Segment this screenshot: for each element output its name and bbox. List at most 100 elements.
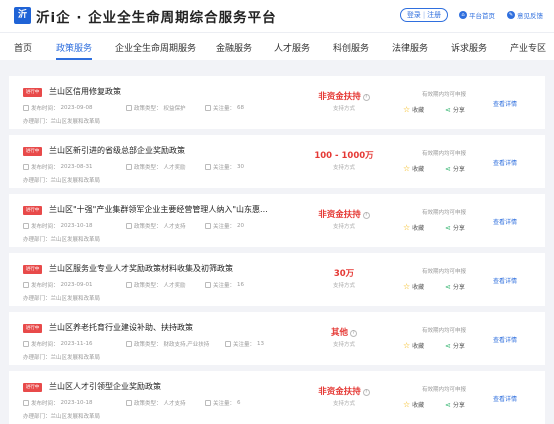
policy-card[interactable]: 进行中 兰山区服务业专业人才奖励政策材料收集及初筛政策 发布时间： 2023-09… bbox=[9, 253, 545, 306]
info-icon[interactable]: ? bbox=[362, 389, 370, 396]
login-link[interactable]: 登录 bbox=[407, 10, 421, 20]
policy-type: 政策类型： 人才支持 bbox=[126, 399, 186, 407]
policy-card[interactable]: 进行中 兰山区"十强"产业集群领军企业主要经营管理人纳入"山东惠... 发布时间… bbox=[9, 194, 545, 247]
status-badge: 进行中 bbox=[23, 324, 42, 333]
publish-date: 发布时间： 2023-09-01 bbox=[23, 281, 92, 289]
share-label: 分享 bbox=[452, 166, 465, 173]
share-button[interactable]: ⋖ 分享 bbox=[445, 105, 465, 115]
department: 办理部门：兰山区发展和改革局 bbox=[23, 412, 100, 420]
follow-count: 关注量： 6 bbox=[205, 399, 241, 407]
favorite-button[interactable]: ☆ 收藏 bbox=[403, 105, 424, 114]
view-detail-link[interactable]: 查看详情 bbox=[493, 217, 517, 226]
share-label: 分享 bbox=[452, 284, 465, 291]
favorite-button[interactable]: ☆ 收藏 bbox=[403, 164, 424, 173]
nav-item-industry[interactable]: 产业专区 bbox=[510, 41, 546, 54]
share-button[interactable]: ⋖ 分享 bbox=[445, 282, 465, 292]
clock-icon bbox=[23, 341, 29, 347]
clock-icon bbox=[23, 400, 29, 406]
view-detail-link[interactable]: 查看详情 bbox=[493, 99, 517, 108]
publish-prefix: 发布时间： bbox=[31, 106, 59, 112]
feedback-link[interactable]: ✎ 意见反馈 bbox=[507, 10, 543, 20]
follow-count: 关注量： 20 bbox=[205, 222, 244, 230]
publish-date-value: 2023-09-01 bbox=[60, 282, 93, 288]
heart-icon bbox=[225, 341, 231, 347]
follow-prefix: 关注量： bbox=[213, 165, 236, 171]
follow-prefix: 关注量： bbox=[213, 106, 236, 112]
nav-item-innovation[interactable]: 科创服务 bbox=[333, 41, 369, 54]
nav-item-appeal[interactable]: 诉求服务 bbox=[451, 41, 487, 54]
view-detail-link[interactable]: 查看详情 bbox=[493, 276, 517, 285]
info-icon[interactable]: ? bbox=[350, 330, 357, 337]
dept-prefix: 办理部门： bbox=[23, 296, 51, 302]
feedback-label: 意见反馈 bbox=[517, 12, 543, 20]
valid-period: 有效期内均可申报 bbox=[421, 269, 466, 275]
policy-card[interactable]: 进行中 兰山区新引进的省级总部企业奖励政策 发布时间： 2023-08-31 政策… bbox=[9, 135, 545, 188]
favorite-button[interactable]: ☆ 收藏 bbox=[403, 223, 424, 232]
nav-item-finance[interactable]: 金融服务 bbox=[216, 41, 252, 54]
clock-icon bbox=[23, 164, 29, 170]
publish-date-value: 2023-09-08 bbox=[60, 105, 93, 111]
info-icon[interactable]: ? bbox=[362, 94, 370, 101]
favorite-button[interactable]: ☆ 收藏 bbox=[403, 400, 424, 409]
view-detail-link[interactable]: 查看详情 bbox=[493, 335, 517, 344]
policy-type: 政策类型： 权益保护 bbox=[126, 104, 186, 112]
nav-item-lifecycle[interactable]: 企业全生命周期服务 bbox=[115, 41, 196, 54]
department: 办理部门：兰山区发展和改革局 bbox=[23, 117, 100, 125]
support-amount-value: 其他 bbox=[330, 328, 348, 338]
nav-item-talent[interactable]: 人才服务 bbox=[274, 41, 310, 54]
share-button[interactable]: ⋖ 分享 bbox=[445, 223, 465, 233]
policy-title[interactable]: 兰山区新引进的省级总部企业奖励政策 bbox=[49, 145, 319, 156]
share-button[interactable]: ⋖ 分享 bbox=[445, 341, 465, 351]
share-button[interactable]: ⋖ 分享 bbox=[445, 164, 465, 174]
nav-item-home[interactable]: 首页 bbox=[14, 41, 32, 54]
type-prefix: 政策类型： bbox=[134, 342, 162, 348]
status-badge: 进行中 bbox=[23, 265, 42, 274]
share-button[interactable]: ⋖ 分享 bbox=[445, 400, 465, 410]
policy-title[interactable]: 兰山区人才引领型企业奖励政策 bbox=[49, 381, 319, 392]
document-icon bbox=[126, 341, 132, 347]
register-link[interactable]: 注册 bbox=[427, 10, 441, 20]
favorite-label: 收藏 bbox=[412, 107, 425, 114]
publish-date-value: 2023-10-18 bbox=[60, 400, 93, 406]
policy-title[interactable]: 兰山区服务业专业人才奖励政策材料收集及初筛政策 bbox=[49, 263, 319, 274]
view-detail-link[interactable]: 查看详情 bbox=[493, 394, 517, 403]
department-value: 兰山区发展和改革局 bbox=[50, 237, 101, 243]
favorite-label: 收藏 bbox=[412, 225, 425, 232]
policy-title[interactable]: 兰山区信用修复政策 bbox=[49, 86, 319, 97]
follow-prefix: 关注量： bbox=[213, 224, 236, 230]
valid-period: 有效期内均可申报 bbox=[421, 92, 466, 98]
support-amount: 30万 bbox=[299, 267, 389, 279]
star-icon: ☆ bbox=[403, 341, 411, 350]
favorite-button[interactable]: ☆ 收藏 bbox=[403, 282, 424, 291]
policy-type-value: 财政支持,产业扶持 bbox=[163, 342, 210, 348]
department-value: 兰山区发展和改革局 bbox=[50, 178, 101, 184]
support-amount: 非资金扶持? bbox=[299, 90, 389, 102]
publish-date: 发布时间： 2023-09-08 bbox=[23, 104, 92, 112]
policy-card[interactable]: 进行中 兰山区养老托育行业建设补助、扶持政策 发布时间： 2023-11-16 政… bbox=[9, 312, 545, 365]
policy-card[interactable]: 进行中 兰山区信用修复政策 发布时间： 2023-09-08 政策类型： 权益保护 … bbox=[9, 76, 545, 129]
nav-item-legal[interactable]: 法律服务 bbox=[392, 41, 428, 54]
follow-count: 关注量： 16 bbox=[205, 281, 244, 289]
publish-date: 发布时间： 2023-08-31 bbox=[23, 163, 92, 171]
type-prefix: 政策类型： bbox=[134, 224, 162, 230]
share-label: 分享 bbox=[452, 225, 465, 232]
policy-type: 政策类型： 人才支持 bbox=[126, 222, 186, 230]
support-way-label: 支持方式 bbox=[332, 165, 355, 171]
platform-home-link[interactable]: ⌂ 平台首页 bbox=[459, 10, 495, 20]
nav-item-policy[interactable]: 政策服务 bbox=[56, 41, 92, 54]
department: 办理部门：兰山区发展和改革局 bbox=[23, 235, 100, 243]
policy-title[interactable]: 兰山区养老托育行业建设补助、扶持政策 bbox=[49, 322, 319, 333]
support-amount-value: 30万 bbox=[333, 269, 355, 279]
favorite-button[interactable]: ☆ 收藏 bbox=[403, 341, 424, 350]
document-icon bbox=[126, 105, 132, 111]
policy-type-value: 人才奖励 bbox=[163, 283, 186, 289]
favorite-label: 收藏 bbox=[412, 166, 425, 173]
heart-icon bbox=[205, 105, 211, 111]
view-detail-link[interactable]: 查看详情 bbox=[493, 158, 517, 167]
policy-type: 政策类型： 财政支持,产业扶持 bbox=[126, 340, 209, 348]
policy-card[interactable]: 进行中 兰山区人才引领型企业奖励政策 发布时间： 2023-10-18 政策类型：… bbox=[9, 371, 545, 424]
share-icon: ⋖ bbox=[445, 282, 451, 291]
clock-icon bbox=[23, 282, 29, 288]
info-icon[interactable]: ? bbox=[362, 212, 370, 219]
policy-title[interactable]: 兰山区"十强"产业集群领军企业主要经营管理人纳入"山东惠... bbox=[49, 204, 319, 215]
